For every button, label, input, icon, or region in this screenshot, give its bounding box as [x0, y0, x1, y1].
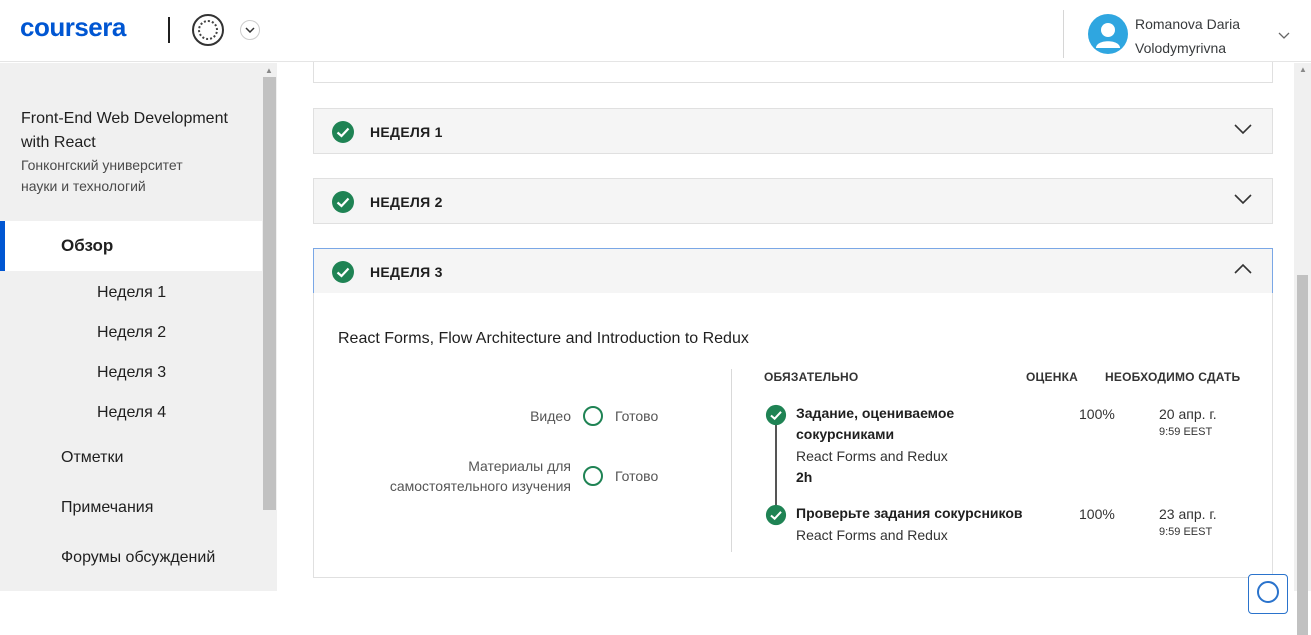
week-1-label: НЕДЕЛЯ 1	[370, 124, 443, 140]
due-column-header: НЕОБХОДИМО СДАТЬ	[1105, 370, 1241, 384]
required-column-header: ОБЯЗАТЕЛЬНО	[764, 370, 859, 384]
week-1-header[interactable]: НЕДЕЛЯ 1	[313, 108, 1273, 154]
assignment-1-due-time: 9:59 EEST	[1159, 426, 1213, 438]
svg-text:coursera: coursera	[20, 14, 127, 42]
grade-column-header: ОЦЕНКА	[1026, 370, 1078, 384]
user-avatar[interactable]	[1088, 14, 1128, 54]
sidebar-item-forums[interactable]: Форумы обсуждений	[61, 548, 215, 568]
chevron-down-icon	[1278, 32, 1290, 39]
sidebar-scrollbar[interactable]: ▲	[262, 63, 277, 591]
chevron-down-icon	[245, 27, 255, 33]
progress-ring-icon	[583, 406, 603, 426]
progress-readings-label: Материалы для самостоятельного изучения	[389, 458, 571, 494]
help-icon	[1257, 581, 1279, 603]
progress-video-status: Готово	[615, 408, 659, 424]
chevron-down-icon	[1234, 194, 1252, 205]
week-3-label: НЕДЕЛЯ 3	[370, 264, 443, 280]
user-name[interactable]: Romanova Daria Volodymyrivna	[1135, 12, 1240, 60]
course-organization: Гонконгский университет науки и технолог…	[21, 157, 183, 194]
check-circle-icon	[332, 191, 354, 213]
column-divider	[731, 369, 732, 552]
sidebar-scroll-thumb[interactable]	[263, 77, 276, 510]
progress-ring-icon	[583, 466, 603, 486]
week-2-header[interactable]: НЕДЕЛЯ 2	[313, 178, 1273, 224]
sidebar-item-grades[interactable]: Отметки	[61, 448, 123, 468]
assignment-1-grade: 100%	[1079, 406, 1115, 422]
sidebar-item-week-2[interactable]: Неделя 2	[97, 323, 166, 343]
previous-card	[313, 62, 1273, 83]
user-icon	[1096, 23, 1120, 48]
coursera-logo[interactable]: coursera	[20, 14, 150, 44]
assignment-1-subtitle: React Forms and Redux	[796, 448, 948, 464]
assignment-2-grade: 100%	[1079, 506, 1115, 522]
sidebar-item-week-1[interactable]: Неделя 1	[97, 283, 166, 303]
assignment-1-due-date: 20 апр. г.	[1159, 406, 1217, 422]
sidebar-item-overview[interactable]	[0, 221, 262, 271]
user-name-line2: Volodymyrivna	[1135, 40, 1227, 56]
scroll-up-icon[interactable]: ▲	[1299, 65, 1307, 74]
assignment-1-duration: 2h	[796, 469, 813, 485]
week-3-description: React Forms, Flow Architecture and Intro…	[338, 330, 749, 347]
progress-video-label: Видео	[530, 408, 571, 424]
university-logo[interactable]	[192, 14, 224, 46]
week-2-label: НЕДЕЛЯ 2	[370, 194, 443, 210]
timeline-line	[775, 424, 777, 510]
chevron-down-icon	[1234, 124, 1252, 135]
help-button[interactable]	[1248, 574, 1288, 614]
check-circle-icon	[332, 121, 354, 143]
partner-menu-button[interactable]	[240, 20, 260, 40]
assignment-2-title[interactable]: Проверьте задания сокурсников	[796, 503, 1046, 524]
progress-readings-status: Готово	[615, 468, 659, 484]
check-circle-icon	[765, 504, 787, 526]
course-title[interactable]: Front-End Web Development with React	[21, 107, 251, 155]
check-circle-icon	[332, 261, 354, 283]
sidebar-item-week-3[interactable]: Неделя 3	[97, 363, 166, 383]
chevron-up-icon	[1234, 263, 1252, 274]
scroll-up-icon[interactable]: ▲	[265, 66, 273, 75]
sidebar-item-week-4[interactable]: Неделя 4	[97, 403, 166, 423]
user-menu-chevron[interactable]	[1278, 27, 1290, 45]
assignment-1-title[interactable]: Задание, оцениваемое сокурсниками	[796, 403, 1046, 445]
assignment-2-due-time: 9:59 EEST	[1159, 526, 1213, 538]
main-scroll-thumb[interactable]	[1297, 275, 1308, 635]
logo-divider	[168, 17, 170, 43]
coursera-logo-icon: coursera	[20, 14, 127, 42]
user-name-line1: Romanova Daria	[1135, 16, 1241, 32]
check-circle-icon	[765, 404, 787, 426]
assignment-2-subtitle: React Forms and Redux	[796, 527, 948, 543]
header-separator	[1063, 10, 1064, 58]
week-3-header[interactable]: НЕДЕЛЯ 3	[313, 248, 1273, 294]
sidebar-item-notes[interactable]: Примечания	[61, 498, 153, 518]
main-scrollbar[interactable]: ▲	[1294, 63, 1311, 635]
sidebar-item-overview-label[interactable]: Обзор	[61, 236, 113, 256]
assignment-2-due-date: 23 апр. г.	[1159, 506, 1217, 522]
top-header: coursera Romanova Daria Volodymyrivna	[0, 0, 1311, 62]
